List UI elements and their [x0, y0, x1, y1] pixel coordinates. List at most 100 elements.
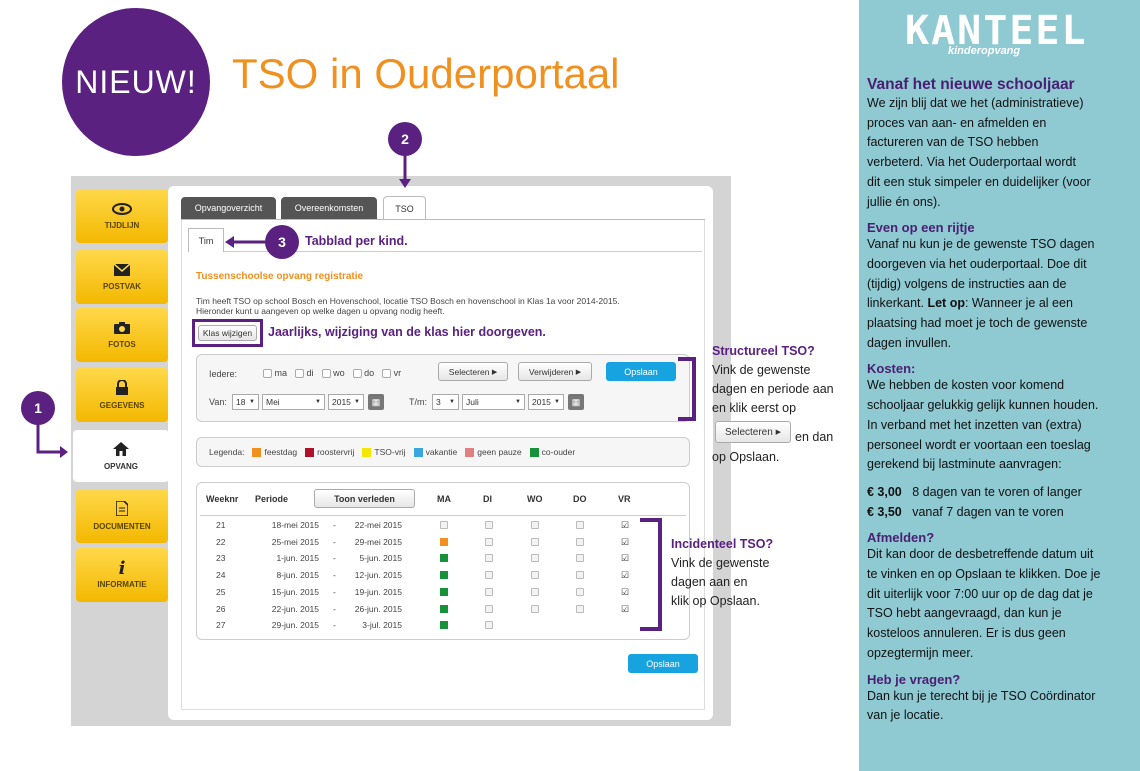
day-checkbox-checked[interactable]: ☑ [621, 604, 629, 614]
structureel-bracket [678, 357, 696, 421]
verwijderen-button[interactable]: Verwijderen ▶ [518, 362, 592, 381]
van-month-select[interactable]: Mei ▼ [262, 394, 325, 410]
day-status-green[interactable] [440, 571, 448, 580]
step-3-marker: 3 [265, 225, 299, 259]
nieuw-badge-text: NIEUW! [75, 63, 197, 100]
day-status-green[interactable] [440, 554, 448, 563]
text-line: opzegtermijn meer. [867, 645, 974, 660]
text-line: (tijdig) volgens de instructies aan de [867, 276, 1067, 291]
lock-icon [115, 379, 129, 397]
info-icon: i [118, 557, 126, 579]
day-status-green[interactable] [440, 587, 448, 596]
table-save-button[interactable]: Opslaan [628, 654, 698, 673]
day-checkbox[interactable] [485, 571, 493, 580]
nav-tijdlijn[interactable]: TIJDLIJN [76, 189, 168, 243]
text-line: proces van aan- en afmelden en [867, 115, 1047, 130]
tm-month-select[interactable]: Juli ▼ [462, 394, 525, 410]
nav-informatie[interactable]: i INFORMATIE [76, 548, 168, 602]
day-checkbox[interactable] [531, 521, 539, 529]
day-checkbox[interactable] [531, 554, 539, 563]
day-status-green[interactable] [440, 621, 448, 630]
button-label: Selecteren [448, 366, 490, 377]
nav-label: FOTOS [108, 339, 136, 349]
day-di[interactable]: di [295, 368, 314, 379]
legend-label: Legenda: [209, 447, 245, 457]
camera-icon [114, 321, 130, 336]
calendar-icon[interactable]: ▦ [368, 394, 384, 410]
day-status-green[interactable] [440, 604, 448, 613]
day-checkbox[interactable] [576, 571, 584, 580]
child-tab-tim[interactable]: Tim [188, 228, 224, 252]
sidebar-heading: Vanaf het nieuwe schooljaar [867, 76, 1075, 93]
day-checkbox[interactable] [576, 604, 584, 613]
day-status-orange[interactable] [440, 537, 448, 546]
tab-opvangoverzicht[interactable]: Opvangoverzicht [181, 197, 276, 219]
kanteel-logo-sub: kinderopvang [948, 45, 1021, 57]
select-value: 2015 [532, 397, 551, 407]
checkbox[interactable] [352, 369, 362, 379]
day-checkbox[interactable] [440, 521, 448, 529]
day-vr[interactable]: vr [382, 368, 401, 379]
checkbox[interactable] [321, 369, 331, 379]
day-checkbox[interactable] [485, 604, 493, 613]
day-checkbox[interactable] [531, 571, 539, 580]
text-line: In verband met het inzetten van (extra) [867, 417, 1082, 432]
day-checkbox[interactable] [576, 537, 584, 546]
day-checkbox[interactable] [485, 621, 493, 630]
legend-text: co-ouder [541, 447, 576, 457]
checkbox[interactable] [263, 369, 272, 379]
text-part: linkerkant. [867, 296, 924, 311]
day-checkbox-checked[interactable]: ☑ [621, 571, 629, 580]
legend: Legenda: feestdag roostervrij TSO-vrij v… [196, 437, 690, 467]
text-line: We zijn blij dat we het (administratieve… [867, 96, 1084, 110]
toon-verleden-button[interactable]: Toon verleden [314, 489, 415, 508]
tab-overeenkomsten[interactable]: Overeenkomsten [281, 197, 377, 219]
nav-opvang[interactable]: OPVANG [73, 430, 169, 482]
nav-postvak[interactable]: POSTVAK [76, 250, 168, 304]
day-checkbox-checked[interactable]: ☑ [621, 587, 629, 597]
note-line: klik op Opslaan. [671, 594, 760, 608]
week-number: 26 [216, 603, 226, 614]
day-checkbox[interactable] [576, 554, 584, 563]
day-checkbox[interactable] [531, 604, 539, 613]
header-vr: VR [618, 494, 631, 504]
nav-gegevens[interactable]: GEGEVENS [76, 368, 168, 422]
day-wo[interactable]: wo [321, 368, 345, 379]
checkbox[interactable] [382, 369, 392, 379]
caret-right-icon: ▶ [491, 368, 498, 376]
nav-documenten[interactable]: DOCUMENTEN [76, 489, 168, 543]
day-checkbox-checked[interactable]: ☑ [621, 537, 629, 547]
sidebar-heading: Kosten: [867, 361, 916, 377]
day-checkbox-checked[interactable]: ☑ [621, 554, 629, 563]
sidebar-heading: Afmelden? [867, 530, 935, 546]
envelope-icon [113, 262, 131, 278]
text-line: Dan kun je terecht bij je TSO Coördinato… [867, 688, 1096, 703]
checkbox[interactable] [295, 369, 305, 379]
period-to: 29-mei 2015 [354, 536, 402, 547]
day-checkbox[interactable] [531, 587, 539, 596]
day-checkbox[interactable] [576, 521, 584, 529]
caret-down-icon: ▼ [354, 399, 360, 405]
caret-down-icon: ▼ [449, 399, 455, 405]
day-checkbox[interactable] [485, 587, 493, 596]
period-from: 8-jun. 2015 [276, 570, 319, 581]
day-checkbox[interactable] [485, 521, 493, 529]
tm-year-select[interactable]: 2015 ▼ [528, 394, 564, 410]
day-checkbox[interactable] [576, 587, 584, 596]
nav-fotos[interactable]: FOTOS [76, 308, 168, 362]
header-di: DI [483, 494, 492, 504]
van-year-select[interactable]: 2015 ▼ [328, 394, 364, 410]
selecteren-button[interactable]: Selecteren ▶ [438, 362, 508, 381]
day-ma[interactable]: ma [263, 368, 287, 379]
tm-day-select[interactable]: 3 ▼ [432, 394, 459, 410]
day-checkbox-checked[interactable]: ☑ [621, 521, 629, 530]
filter-save-button[interactable]: Opslaan [606, 362, 676, 381]
day-checkbox[interactable] [485, 537, 493, 546]
day-checkbox[interactable] [531, 537, 539, 546]
day-do[interactable]: do [352, 368, 374, 379]
day-checkbox[interactable] [485, 554, 493, 563]
tab-tso[interactable]: TSO [383, 196, 426, 220]
text-line: dit uiterlijk voor 7:00 uur op de dag da… [867, 586, 1093, 601]
calendar-icon[interactable]: ▦ [568, 394, 584, 410]
van-day-select[interactable]: 18 ▼ [232, 394, 259, 410]
